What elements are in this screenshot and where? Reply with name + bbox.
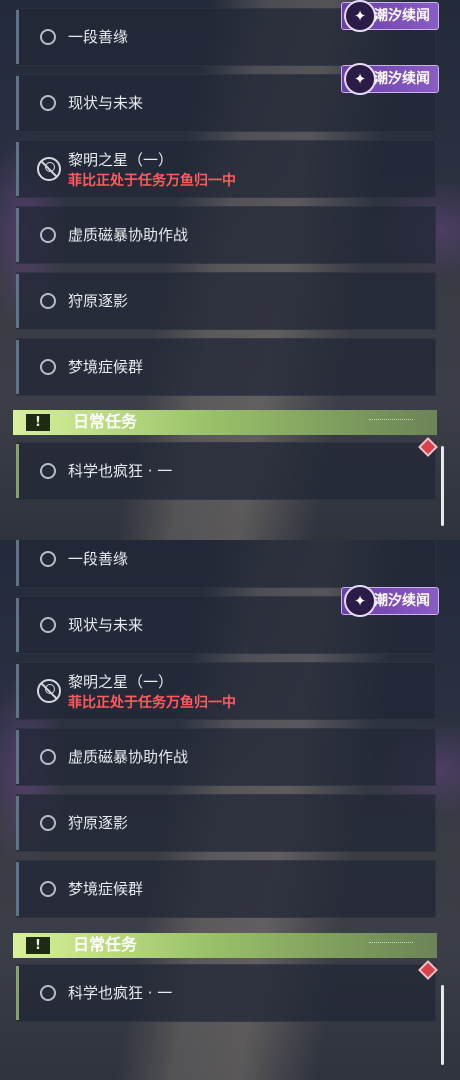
quest-item-1[interactable]: 一段善缘: [16, 540, 436, 588]
quest-item-3-blocked[interactable]: 黎明之星（一） 菲比正处于任务万鱼归一中: [16, 662, 436, 720]
quest-label: 科学也疯狂 · 一: [68, 462, 173, 480]
quest-label: 虚质磁暴协助作战: [68, 226, 189, 244]
quest-status-circle-icon: [40, 293, 56, 309]
quest-item-6[interactable]: 梦境症候群: [16, 860, 436, 918]
quest-label: 狩原逐影: [68, 814, 129, 832]
quest-status-circle-icon: [40, 227, 56, 243]
tidal-news-badge[interactable]: ✦ 潮汐续闻: [341, 0, 439, 32]
section-title: 日常任务: [73, 412, 138, 431]
quest-label: 一段善缘: [68, 550, 129, 568]
section-title: 日常任务: [73, 935, 138, 954]
quest-status-circle-icon: [40, 881, 56, 897]
quest-blocked-warning: 菲比正处于任务万鱼归一中: [68, 173, 236, 189]
daily-quest-item-1[interactable]: 科学也疯狂 · 一: [16, 442, 436, 500]
quest-status-circle-icon: [40, 985, 56, 1001]
quest-label: 狩原逐影: [68, 292, 129, 310]
quest-label: 虚质磁暴协助作战: [68, 748, 189, 766]
quest-blocked-icon: [37, 157, 61, 181]
quest-status-circle-icon: [40, 815, 56, 831]
tidal-news-badge[interactable]: ✦ 潮汐续闻: [341, 585, 439, 617]
quest-item-6[interactable]: 梦境症候群: [16, 338, 436, 396]
daily-quests-header[interactable]: ! 日常任务: [13, 933, 437, 958]
quest-label: 黎明之星（一）: [68, 673, 174, 691]
quest-status-circle-icon: [40, 95, 56, 111]
quest-status-circle-icon: [40, 749, 56, 765]
quest-item-4[interactable]: 虚质磁暴协助作战: [16, 206, 436, 264]
header-decoration: [369, 942, 413, 947]
tidal-news-logo-icon: ✦: [344, 63, 376, 95]
quest-label: 现状与未来: [68, 94, 144, 112]
daily-quest-item-1[interactable]: 科学也疯狂 · 一: [16, 964, 436, 1022]
quest-status-circle-icon: [40, 551, 56, 567]
quest-label: 梦境症候群: [68, 358, 144, 376]
quest-label: 黎明之星（一）: [68, 151, 174, 169]
tidal-news-logo-icon: ✦: [344, 0, 376, 32]
exclamation-icon: !: [26, 414, 50, 431]
quest-blocked-icon: [37, 679, 61, 703]
header-decoration: [369, 419, 413, 424]
quest-tracker-panel-top: 一段善缘 ✦ 潮汐续闻 现状与未来 ✦ 潮汐续闻 黎明之星（一） 菲比正处于任务…: [0, 0, 460, 540]
daily-quests-header[interactable]: ! 日常任务: [13, 410, 437, 435]
quest-status-circle-icon: [40, 359, 56, 375]
quest-status-circle-icon: [40, 617, 56, 633]
scrollbar[interactable]: [441, 446, 444, 526]
quest-status-circle-icon: [40, 29, 56, 45]
scrollbar[interactable]: [441, 985, 444, 1065]
quest-label: 一段善缘: [68, 28, 129, 46]
quest-item-3-blocked[interactable]: 黎明之星（一） 菲比正处于任务万鱼归一中: [16, 140, 436, 198]
quest-label: 梦境症候群: [68, 880, 144, 898]
quest-label: 科学也疯狂 · 一: [68, 984, 173, 1002]
quest-tracker-panel-bottom: 一段善缘 现状与未来 ✦ 潮汐续闻 黎明之星（一） 菲比正处于任务万鱼归一中 虚…: [0, 540, 460, 1080]
quest-blocked-warning: 菲比正处于任务万鱼归一中: [68, 695, 236, 711]
quest-item-5[interactable]: 狩原逐影: [16, 272, 436, 330]
quest-label: 现状与未来: [68, 616, 144, 634]
tidal-news-badge[interactable]: ✦ 潮汐续闻: [341, 63, 439, 95]
tidal-news-logo-icon: ✦: [344, 585, 376, 617]
quest-status-circle-icon: [40, 463, 56, 479]
exclamation-icon: !: [26, 937, 50, 954]
quest-item-4[interactable]: 虚质磁暴协助作战: [16, 728, 436, 786]
quest-item-5[interactable]: 狩原逐影: [16, 794, 436, 852]
